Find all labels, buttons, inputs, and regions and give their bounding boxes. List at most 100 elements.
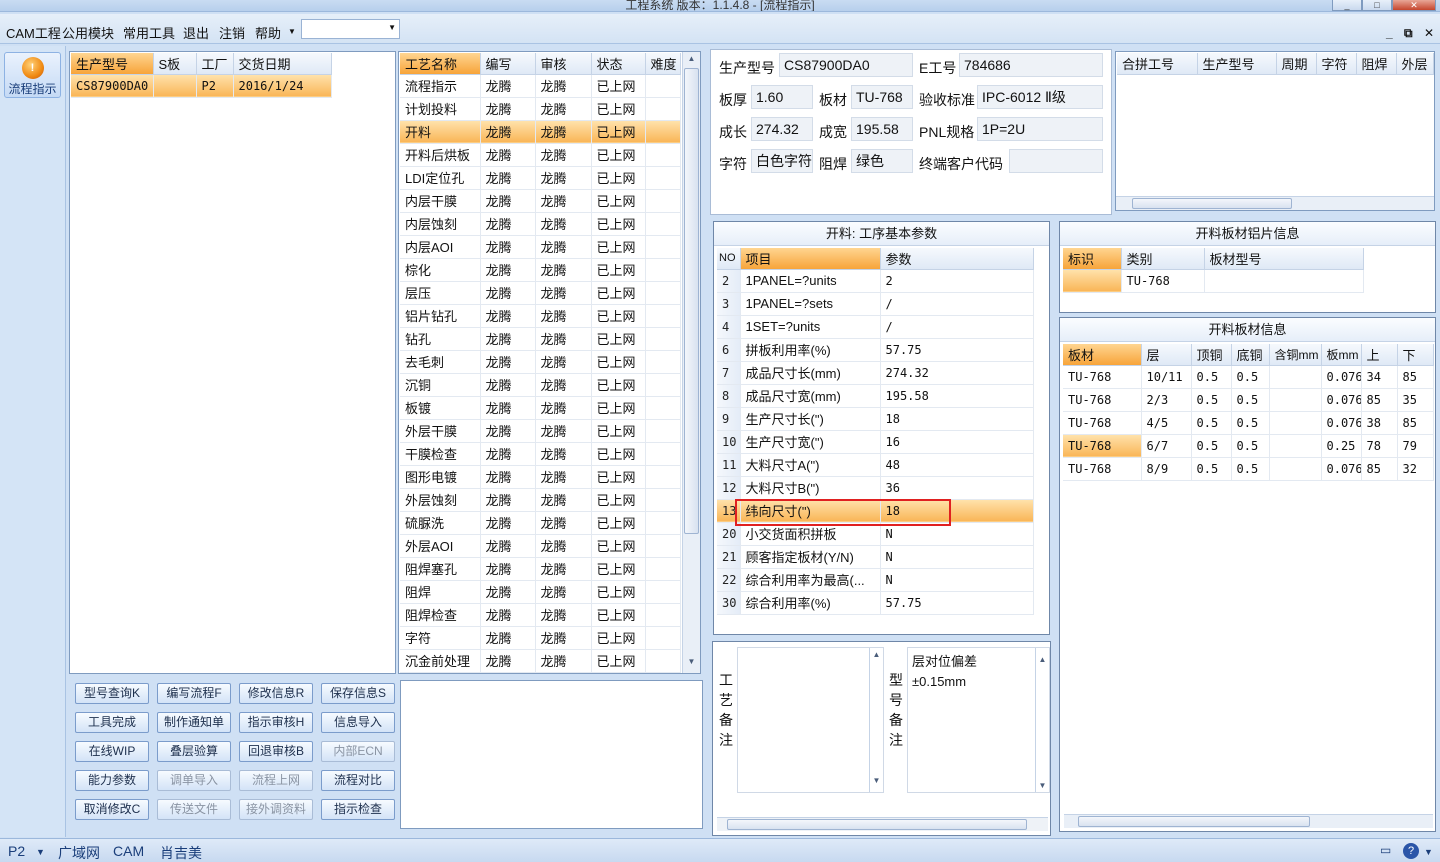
process-row[interactable]: 硫脲洗 龙腾 龙腾 已上网 [400, 511, 681, 535]
menu-help[interactable]: 帮助 [255, 23, 281, 42]
help-dropdown-icon[interactable]: ▼ [288, 27, 296, 36]
action-button-2-0[interactable]: 在线WIP [75, 741, 149, 762]
params-col-no[interactable]: NO [717, 248, 741, 270]
proc-remark-scrollbar[interactable]: ▲ ▼ [869, 648, 883, 792]
scroll-down-icon[interactable]: ▼ [870, 776, 883, 790]
action-button-1-3[interactable]: 信息导入 [321, 712, 395, 733]
action-button-2-1[interactable]: 叠层验算 [157, 741, 231, 762]
process-row[interactable]: 外层干膜 龙腾 龙腾 已上网 [400, 419, 681, 443]
order-row[interactable]: CS87900DA0 P2 2016/1/24 [71, 74, 332, 98]
sheet-col-board-thick[interactable]: 板mm [1321, 344, 1362, 366]
params-col-value[interactable]: 参数 [880, 248, 1034, 270]
params-row[interactable]: 10 生产尺寸宽(") 16 [717, 430, 1034, 454]
factory-dropdown-icon[interactable]: ▼ [36, 847, 45, 857]
action-button-4-0[interactable]: 取消修改C [75, 799, 149, 820]
action-button-0-2[interactable]: 修改信息R [239, 683, 313, 704]
sheet-col-down[interactable]: 下 [1397, 344, 1434, 366]
params-row[interactable]: 12 大料尺寸B(") 36 [717, 476, 1034, 500]
params-row[interactable]: 8 成品尺寸宽(mm) 195.58 [717, 384, 1034, 408]
sheet-row[interactable]: TU-768 4/5 0.5 0.5 0.076 38 85 [1063, 411, 1434, 435]
process-row[interactable]: 内层AOI 龙腾 龙腾 已上网 [400, 235, 681, 259]
process-row[interactable]: 沉铜 龙腾 龙腾 已上网 [400, 373, 681, 397]
merge-col-char[interactable]: 字符 [1316, 53, 1357, 75]
merge-col-no[interactable]: 合拼工号 [1117, 53, 1198, 75]
menu-combo-box[interactable]: ▼ [301, 19, 400, 39]
process-scroll-thumb[interactable] [684, 68, 699, 534]
tray-dropdown-icon[interactable]: ▼ [1424, 847, 1433, 857]
merge-col-model[interactable]: 生产型号 [1197, 53, 1277, 75]
action-button-3-1[interactable]: 调单导入 [157, 770, 231, 791]
remarks-hscrollbar[interactable] [717, 817, 1048, 831]
process-row[interactable]: 开料后烘板 龙腾 龙腾 已上网 [400, 143, 681, 167]
process-row[interactable]: 沉金前处理 龙腾 龙腾 已上网 [400, 649, 681, 673]
sheet-scroll-thumb[interactable] [1078, 816, 1310, 827]
action-button-4-1[interactable]: 传送文件 [157, 799, 231, 820]
process-row[interactable]: 流程指示 龙腾 龙腾 已上网 [400, 74, 681, 98]
action-button-3-3[interactable]: 流程对比 [321, 770, 395, 791]
process-vscrollbar[interactable]: ▲ ▼ [682, 52, 700, 673]
process-row[interactable]: 去毛刺 龙腾 龙腾 已上网 [400, 350, 681, 374]
merge-col-outer[interactable]: 外层 [1396, 53, 1434, 75]
process-row[interactable]: 内层干膜 龙腾 龙腾 已上网 [400, 189, 681, 213]
sheet-col-bottom-cu[interactable]: 底铜 [1231, 344, 1270, 366]
al-col-model[interactable]: 板材型号 [1204, 248, 1364, 270]
sheet-col-up[interactable]: 上 [1361, 344, 1398, 366]
process-row[interactable]: 外层AOI 龙腾 龙腾 已上网 [400, 534, 681, 558]
action-button-1-1[interactable]: 制作通知单 [157, 712, 231, 733]
process-row[interactable]: 开料 龙腾 龙腾 已上网 [400, 120, 681, 144]
process-row[interactable]: 阻焊 龙腾 龙腾 已上网 [400, 580, 681, 604]
action-button-2-3[interactable]: 内部ECN [321, 741, 395, 762]
params-row[interactable]: 30 综合利用率(%) 57.75 [717, 591, 1034, 615]
action-button-2-2[interactable]: 回退审核B [239, 741, 313, 762]
process-row[interactable]: 内层蚀刻 龙腾 龙腾 已上网 [400, 212, 681, 236]
process-row[interactable]: 层压 龙腾 龙腾 已上网 [400, 281, 681, 305]
process-col-name[interactable]: 工艺名称 [400, 53, 481, 75]
close-icon[interactable]: ✕ [1392, 0, 1436, 11]
remarks-scroll-thumb[interactable] [727, 819, 1027, 830]
scroll-up-icon[interactable]: ▲ [683, 54, 700, 68]
params-row[interactable]: 3 1PANEL=?sets / [717, 292, 1034, 316]
menu-logout[interactable]: 注销 [219, 23, 245, 42]
mdi-close-icon[interactable]: ✕ [1424, 26, 1434, 40]
al-col-type[interactable]: 类别 [1121, 248, 1205, 270]
params-row[interactable]: 9 生产尺寸长(") 18 [717, 407, 1034, 431]
params-row[interactable]: 22 综合利用率为最高(... N [717, 568, 1034, 592]
order-col-factory[interactable]: 工厂 [196, 53, 234, 75]
action-button-4-2[interactable]: 接外调资料 [239, 799, 313, 820]
params-col-item[interactable]: 项目 [740, 248, 881, 270]
scroll-up-icon[interactable]: ▲ [870, 650, 883, 664]
process-row[interactable]: 板镀 龙腾 龙腾 已上网 [400, 396, 681, 420]
action-button-1-0[interactable]: 工具完成 [75, 712, 149, 733]
help-icon[interactable]: ? [1403, 843, 1419, 859]
sheet-row[interactable]: TU-768 2/3 0.5 0.5 0.076 85 35 [1063, 388, 1434, 412]
mdi-restore-icon[interactable]: ⧉ [1404, 26, 1413, 41]
flow-indicator-button[interactable]: ! 流程指示 [4, 52, 61, 98]
minimize-icon[interactable]: _ [1332, 0, 1362, 11]
process-row[interactable]: 外层蚀刻 龙腾 龙腾 已上网 [400, 488, 681, 512]
al-row[interactable]: TU-768 [1063, 269, 1364, 293]
action-button-0-3[interactable]: 保存信息S [321, 683, 395, 704]
scroll-down-icon[interactable]: ▼ [683, 657, 700, 671]
merge-col-cycle[interactable]: 周期 [1276, 53, 1317, 75]
process-row[interactable]: 阻焊检查 龙腾 龙腾 已上网 [400, 603, 681, 627]
chevron-down-icon[interactable]: ▼ [388, 23, 396, 32]
action-button-3-0[interactable]: 能力参数 [75, 770, 149, 791]
process-row[interactable]: 钻孔 龙腾 龙腾 已上网 [400, 327, 681, 351]
params-row[interactable]: 2 1PANEL=?units 2 [717, 269, 1034, 293]
status-factory[interactable]: P2 [8, 843, 25, 859]
action-button-0-0[interactable]: 型号查询K [75, 683, 149, 704]
merge-hscrollbar[interactable] [1116, 196, 1434, 210]
process-col-review[interactable]: 审核 [535, 53, 592, 75]
process-row[interactable]: 铝片钻孔 龙腾 龙腾 已上网 [400, 304, 681, 328]
menu-cam[interactable]: CAM工程 [6, 23, 61, 42]
process-col-author[interactable]: 编写 [480, 53, 536, 75]
merge-scroll-thumb[interactable] [1132, 198, 1292, 209]
action-button-4-3[interactable]: 指示检查 [321, 799, 395, 820]
action-button-1-2[interactable]: 指示审核H [239, 712, 313, 733]
proc-remark-input[interactable]: ▲ ▼ [737, 647, 884, 793]
menu-common-module[interactable]: 公用模块 [62, 23, 114, 42]
sheet-col-top-cu[interactable]: 顶铜 [1191, 344, 1232, 366]
al-col-id[interactable]: 标识 [1063, 248, 1122, 270]
process-row[interactable]: 图形电镀 龙腾 龙腾 已上网 [400, 465, 681, 489]
order-col-model[interactable]: 生产型号 [71, 53, 154, 75]
